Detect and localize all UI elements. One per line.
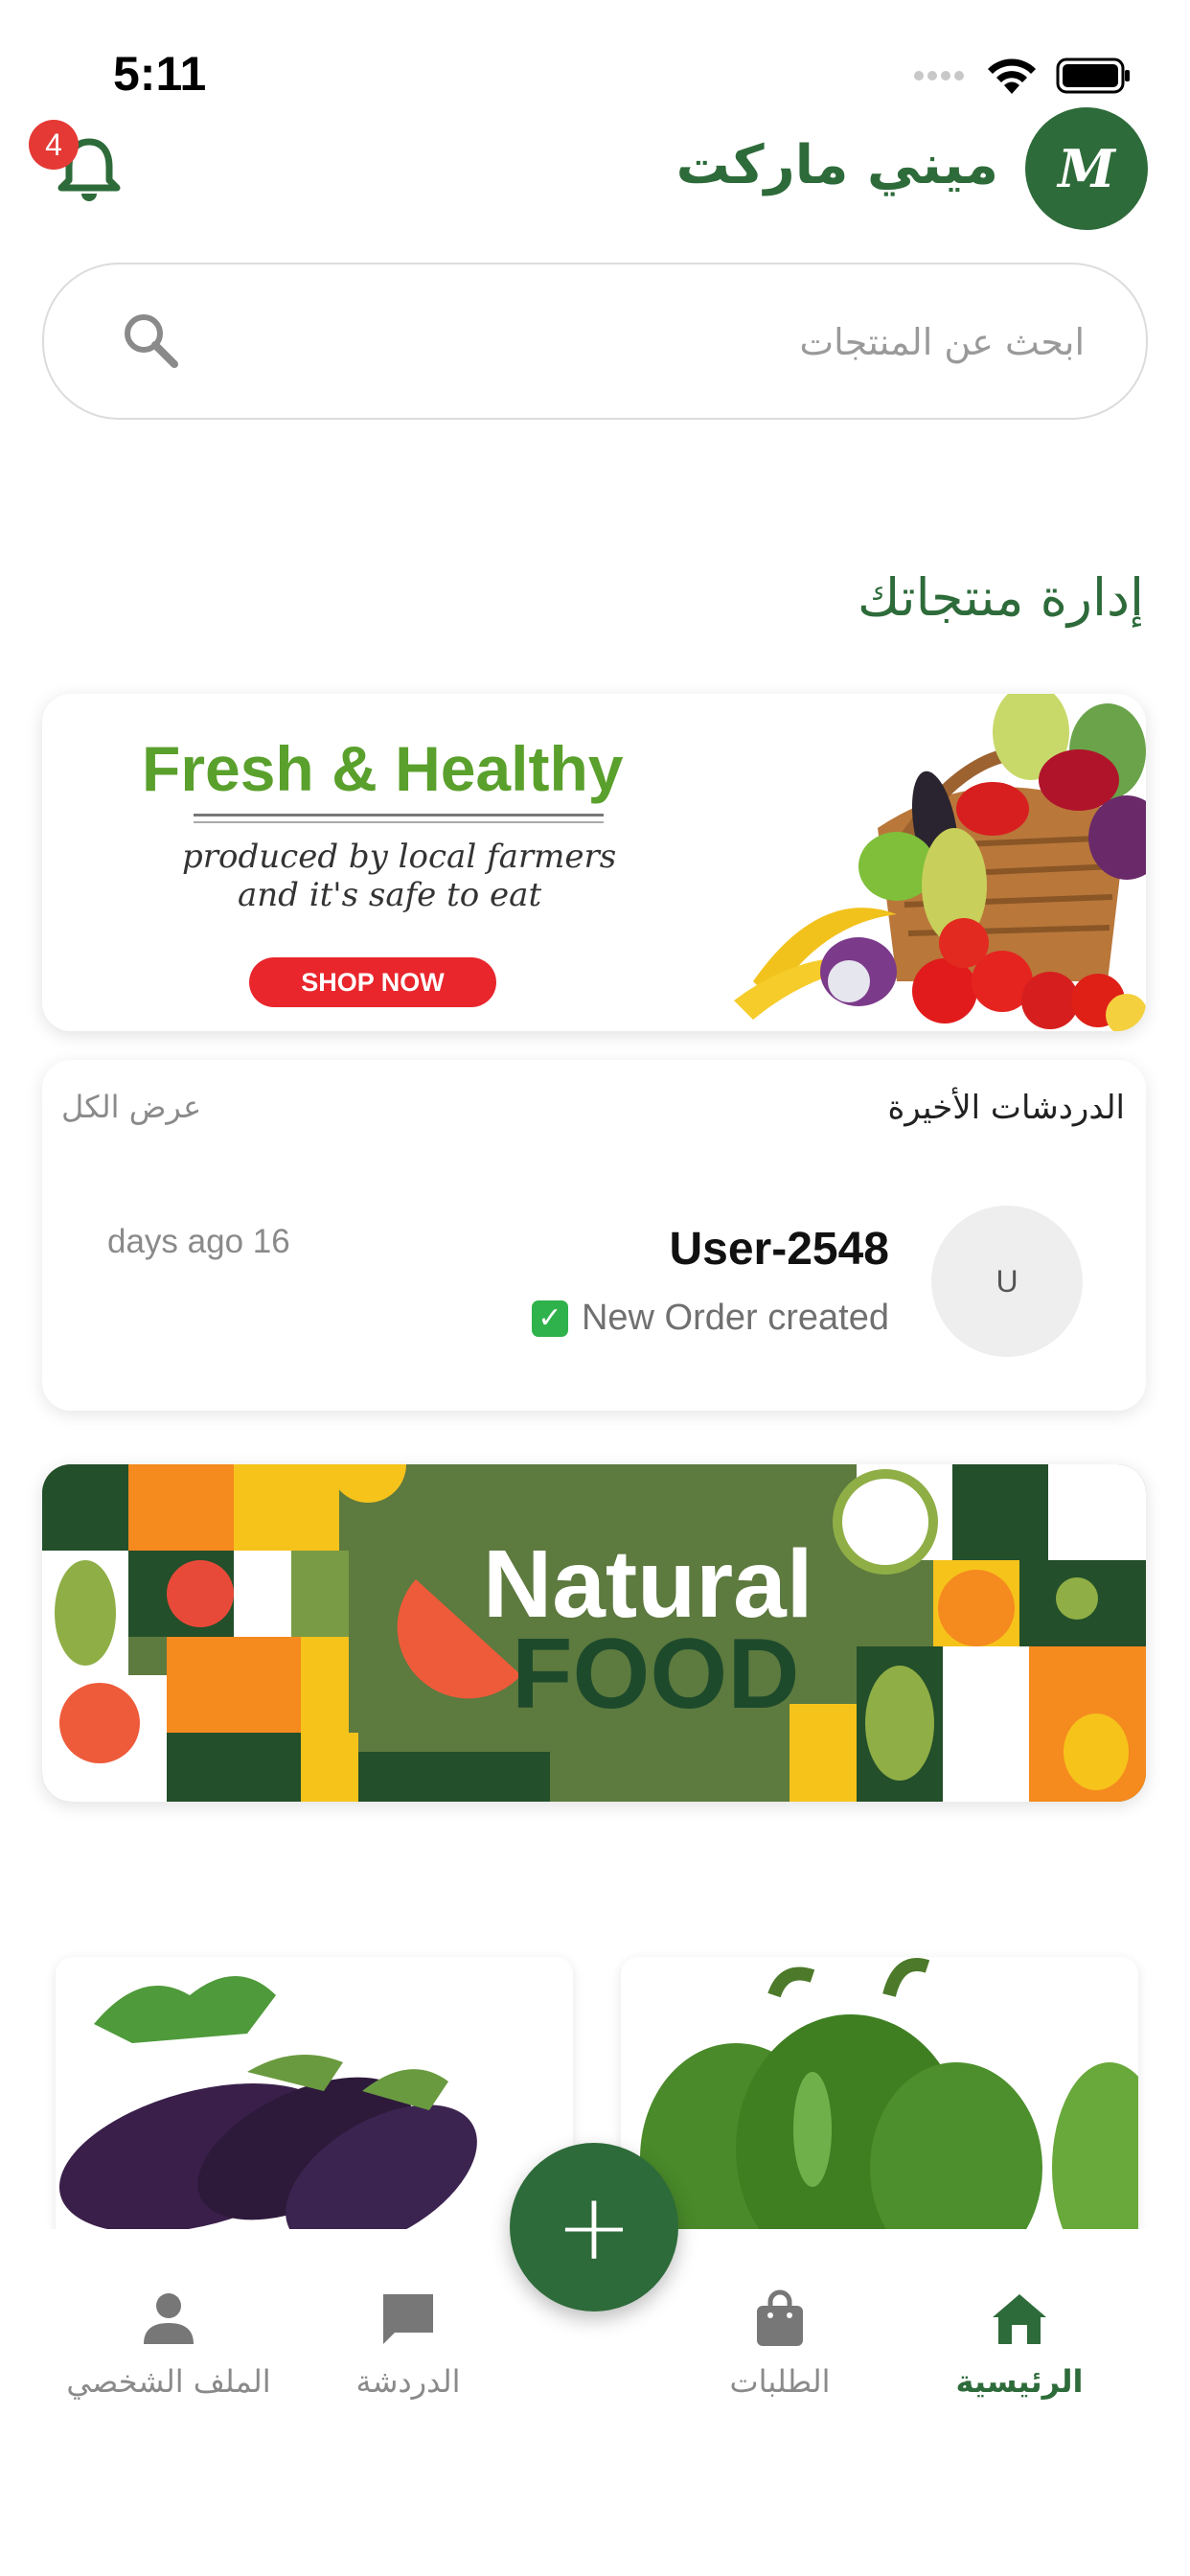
shopping-bag-icon (757, 2289, 803, 2346)
wifi-icon (988, 58, 1036, 94)
banner-subtitle: and it's safe to eat (238, 876, 542, 914)
banner-divider (194, 821, 604, 823)
chat-timestamp: days ago 16 (107, 1223, 290, 1260)
nav-label: الدردشة (355, 2363, 461, 2400)
avatar-initial: U (995, 1263, 1018, 1299)
fresh-healthy-banner[interactable]: Fresh & Healthy produced by local farmer… (42, 694, 1146, 1031)
nav-home[interactable]: الرئيسية (904, 2288, 1134, 2400)
banner-divider (194, 814, 604, 816)
nav-label: الملف الشخصي (66, 2363, 271, 2400)
banner-subtitle: produced by local farmers (182, 838, 617, 876)
nav-profile[interactable]: الملف الشخصي (54, 2288, 284, 2400)
notification-badge: 4 (29, 120, 79, 170)
status-icons (914, 56, 1133, 96)
search-icon[interactable] (117, 307, 184, 374)
check-mark-icon: ✓ (531, 1300, 568, 1337)
brand-logo: M (1025, 107, 1148, 230)
nav-label: الرئيسية (955, 2363, 1084, 2400)
banner-title: Fresh & Healthy (142, 733, 624, 804)
add-product-button[interactable]: + (510, 2143, 678, 2312)
search-placeholder: ابحث عن المنتجات (799, 321, 1085, 363)
battery-icon (1056, 58, 1130, 94)
cellular-signal-icon (914, 71, 968, 80)
nav-label: الطلبات (729, 2363, 831, 2400)
chat-icon (383, 2294, 433, 2344)
brand-name: ميني ماركت (675, 134, 998, 196)
view-all-link[interactable]: عرض الكل (61, 1089, 201, 1125)
vegetable-basket-image (734, 694, 1146, 1031)
plus-icon: + (555, 2174, 633, 2281)
natural-food-banner[interactable]: Natural FOOD (42, 1464, 1146, 1802)
logo-text: M (1058, 138, 1115, 199)
banner-subtitle: FOOD (512, 1619, 800, 1730)
green-pepper-image (640, 1958, 1138, 2244)
chat-user-name[interactable]: User-2548 (670, 1223, 890, 1276)
recent-chats-card: الدردشات الأخيرة عرض الكل U User-2548 ✓ … (42, 1060, 1146, 1411)
nav-orders[interactable]: الطلبات (665, 2288, 895, 2400)
product-card[interactable] (621, 1957, 1138, 2244)
product-card[interactable] (56, 1957, 573, 2244)
recent-chats-title: الدردشات الأخيرة (887, 1089, 1125, 1127)
avatar[interactable]: U (931, 1206, 1083, 1357)
home-icon (993, 2294, 1046, 2344)
chat-message-text: New Order created (581, 1298, 889, 1338)
status-time: 5:11 (113, 47, 207, 101)
shop-now-button[interactable]: SHOP NOW (249, 957, 496, 1007)
person-icon (144, 2293, 194, 2344)
section-title: إدارة منتجاتك (858, 567, 1144, 628)
chat-last-message[interactable]: ✓ New Order created (531, 1298, 889, 1339)
eggplant-image (58, 1976, 477, 2244)
nav-chat[interactable]: الدردشة (293, 2288, 523, 2400)
